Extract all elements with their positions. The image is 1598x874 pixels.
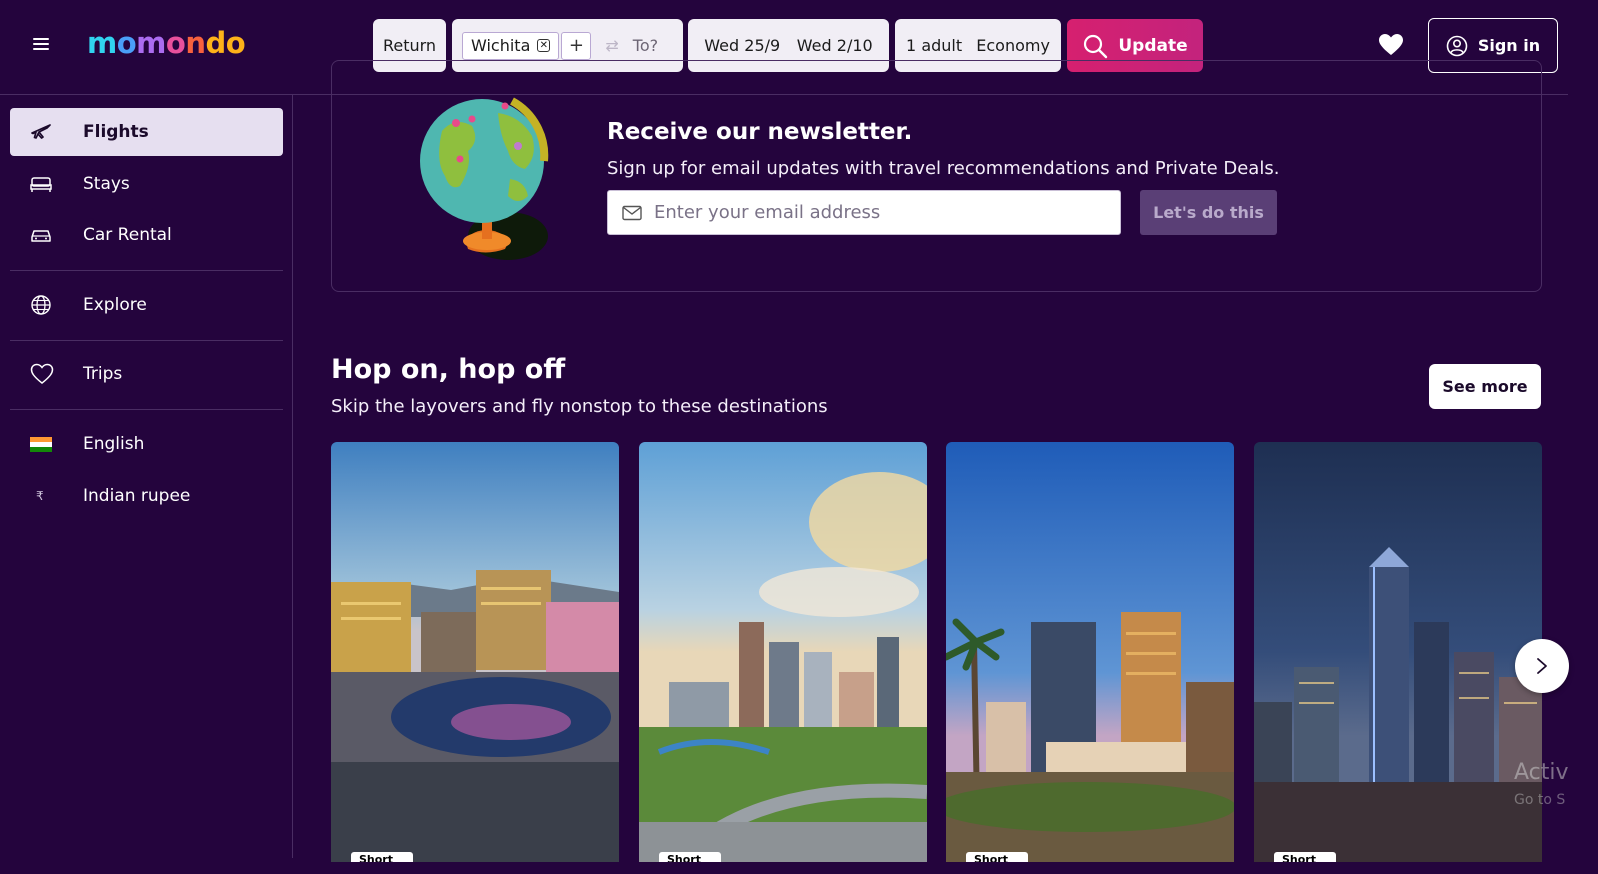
- trip-type-label: Return: [382, 36, 437, 55]
- sidebar-item-flights[interactable]: Flights: [10, 108, 283, 156]
- plane-icon: [31, 124, 51, 139]
- add-origin-button[interactable]: +: [561, 31, 592, 60]
- section-subtitle: Skip the layovers and fly nonstop to the…: [331, 396, 828, 417]
- sidebar-divider: [10, 270, 283, 271]
- rupee-icon: ₹: [36, 489, 44, 503]
- momondo-logo[interactable]: momondo: [87, 26, 246, 60]
- windows-activation-watermark: Activ: [1514, 760, 1569, 785]
- user-icon: [1446, 35, 1468, 56]
- sign-in-label: Sign in: [1477, 36, 1541, 55]
- card-tag: Short: [351, 852, 413, 862]
- update-label: Update: [1118, 35, 1188, 56]
- sidebar-item-label: English: [83, 434, 145, 454]
- sidebar-item-label: Trips: [83, 364, 123, 384]
- remove-origin-icon[interactable]: ✕: [537, 39, 551, 52]
- sidebar-divider: [10, 409, 283, 410]
- sidebar: Flights Stays Car Rental Explore Trips E…: [0, 95, 293, 858]
- city-photo: [946, 442, 1234, 862]
- destination-card[interactable]: Short: [639, 442, 927, 862]
- sidebar-item-label: Stays: [83, 174, 130, 194]
- sidebar-item-label: Indian rupee: [83, 486, 191, 506]
- sidebar-item-car-rental[interactable]: Car Rental: [10, 211, 283, 259]
- sidebar-item-label: Explore: [83, 295, 147, 315]
- globe-icon: [31, 295, 51, 315]
- bed-icon: [30, 177, 52, 192]
- newsletter-title: Receive our newsletter.: [607, 119, 913, 145]
- swap-icon[interactable]: ⇄: [605, 36, 618, 55]
- sidebar-item-explore[interactable]: Explore: [10, 281, 283, 329]
- destination-card[interactable]: Short: [1254, 442, 1542, 862]
- sidebar-item-label: Flights: [83, 122, 149, 142]
- windows-activation-subtext: Go to S: [1514, 792, 1566, 808]
- city-photo: [1254, 442, 1542, 862]
- depart-date[interactable]: Wed 25/9: [704, 36, 780, 55]
- destination-input[interactable]: To?: [633, 36, 658, 55]
- mail-icon: [622, 205, 642, 220]
- car-icon: [31, 230, 51, 242]
- chevron-right-icon: [1537, 658, 1547, 674]
- origin-label: Wichita: [471, 36, 531, 55]
- email-placeholder: Enter your email address: [654, 202, 881, 223]
- menu-icon[interactable]: [33, 38, 49, 52]
- sidebar-item-stays[interactable]: Stays: [10, 160, 283, 208]
- carousel-next-button[interactable]: [1515, 639, 1569, 693]
- travellers-count: 1 adult: [906, 36, 963, 55]
- favorites-heart-icon[interactable]: [1378, 33, 1404, 61]
- destination-card[interactable]: Short: [331, 442, 619, 862]
- sidebar-item-trips[interactable]: Trips: [10, 350, 283, 398]
- india-flag-icon: [30, 436, 52, 452]
- sidebar-divider: [10, 340, 283, 341]
- cabin-class: Economy: [976, 36, 1050, 55]
- globe-illustration: [420, 97, 549, 260]
- search-icon: [1084, 34, 1108, 58]
- return-date[interactable]: Wed 2/10: [797, 36, 873, 55]
- newsletter-box: Receive our newsletter. Sign up for emai…: [331, 60, 1542, 292]
- see-more-button[interactable]: See more: [1429, 364, 1541, 409]
- section-title: Hop on, hop off: [331, 354, 566, 385]
- heart-icon: [30, 363, 54, 384]
- email-field[interactable]: Enter your email address: [607, 190, 1121, 235]
- subscribe-button[interactable]: Let's do this: [1140, 190, 1277, 235]
- sidebar-item-label: Car Rental: [83, 225, 172, 245]
- city-photo: [331, 442, 619, 862]
- card-tag: Short: [1274, 852, 1336, 862]
- card-tag: Short: [966, 852, 1028, 862]
- sidebar-item-language[interactable]: English: [10, 420, 283, 468]
- card-tag: Short: [659, 852, 721, 862]
- sidebar-item-currency[interactable]: ₹ Indian rupee: [10, 472, 283, 520]
- origin-chip[interactable]: Wichita ✕: [462, 31, 560, 60]
- newsletter-subtitle: Sign up for email updates with travel re…: [607, 158, 1280, 179]
- destination-card[interactable]: Short: [946, 442, 1234, 862]
- city-photo: [639, 442, 927, 862]
